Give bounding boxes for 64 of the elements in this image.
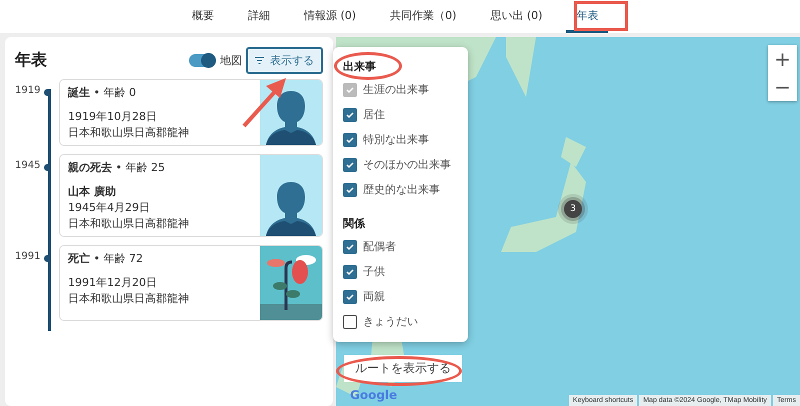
- checkbox[interactable]: [343, 264, 357, 278]
- check-icon: [345, 242, 355, 252]
- tab[interactable]: 思い出 (0): [480, 0, 552, 33]
- checkbox-label: 子供: [363, 264, 385, 279]
- checkbox[interactable]: [343, 314, 357, 328]
- person-silhouette-icon: [266, 180, 316, 236]
- person-name: 山本 廣助: [68, 184, 117, 199]
- check-icon: [345, 184, 355, 194]
- checkbox-label: 両親: [363, 289, 385, 304]
- section-heading: 関係: [343, 216, 366, 231]
- filter-icon: [255, 56, 264, 64]
- event-card[interactable]: 親の死去 • 年齢 25 山本 廣助 1945年4月29日 日本和歌山県日高郡龍神: [59, 154, 323, 237]
- event-title: 親の死去 • 年齢 25: [68, 160, 166, 175]
- event-place: 日本和歌山県日高郡龍神: [68, 216, 190, 231]
- toggle-label: 地図: [220, 52, 242, 68]
- event-date: 1945年4月29日: [68, 200, 151, 215]
- check-icon: [345, 292, 355, 302]
- map-logo: Google: [350, 388, 398, 402]
- event-year: 1919: [15, 84, 42, 96]
- timeline-dot: [44, 164, 51, 171]
- event-year: 1945: [15, 159, 42, 171]
- checkbox-label: 配偶者: [363, 239, 396, 254]
- check-icon: [345, 134, 355, 144]
- tab[interactable]: 共同作業（0): [380, 0, 466, 33]
- panel-title: 年表: [15, 50, 48, 70]
- event-date: 1991年12月20日: [68, 275, 158, 290]
- checkbox-label: きょうだい: [363, 314, 418, 329]
- checkbox[interactable]: [343, 158, 357, 172]
- annotation-ellipse: [334, 52, 402, 80]
- check-icon: [345, 266, 355, 276]
- checkbox[interactable]: [343, 108, 357, 122]
- annotation-rectangle: [574, 1, 628, 31]
- event-title: 死亡 • 年齢 72: [68, 251, 144, 266]
- person-silhouette-icon: [266, 89, 316, 145]
- check-icon: [345, 160, 355, 170]
- event-place: 日本和歌山県日高郡龍神: [68, 125, 190, 140]
- checkbox-label: 歴史的な出来事: [363, 182, 440, 197]
- checkbox-label: 生涯の出来事: [363, 82, 429, 97]
- check-icon: [345, 84, 355, 94]
- tab[interactable]: 詳細: [238, 0, 280, 33]
- map-toggle[interactable]: [189, 54, 215, 66]
- event-year: 1991: [15, 250, 42, 262]
- filter-button[interactable]: 表示する: [246, 46, 323, 74]
- checkbox-label: 居住: [363, 107, 385, 122]
- event-place: 日本和歌山県日高郡龍神: [68, 291, 190, 306]
- tab[interactable]: 情報源 (0): [294, 0, 366, 33]
- timeline-dot: [44, 89, 51, 96]
- event-card[interactable]: 死亡 • 年齢 72 1991年12月20日 日本和歌山県日高郡龍神: [59, 245, 323, 321]
- zoom-in-button[interactable]: +: [768, 45, 797, 73]
- tab[interactable]: 年表: [566, 0, 608, 33]
- check-icon: [345, 110, 355, 120]
- zoom-out-button[interactable]: −: [768, 73, 797, 101]
- checkbox-label: そのほかの出来事: [363, 157, 451, 172]
- event-date: 1919年10月28日: [68, 109, 158, 124]
- checkbox[interactable]: [343, 240, 357, 254]
- event-card[interactable]: 誕生 • 年齢 0 1919年10月28日 日本和歌山県日高郡龍神: [59, 79, 323, 146]
- checkbox-label: 特別な出来事: [363, 132, 429, 147]
- checkbox[interactable]: [343, 290, 357, 304]
- checkbox[interactable]: [343, 132, 357, 146]
- event-title: 誕生 • 年齢 0: [68, 85, 137, 100]
- section-heading: 出来事: [343, 59, 377, 74]
- tab[interactable]: 概要: [182, 0, 224, 33]
- timeline-dot: [44, 255, 51, 262]
- checkbox[interactable]: [343, 182, 357, 196]
